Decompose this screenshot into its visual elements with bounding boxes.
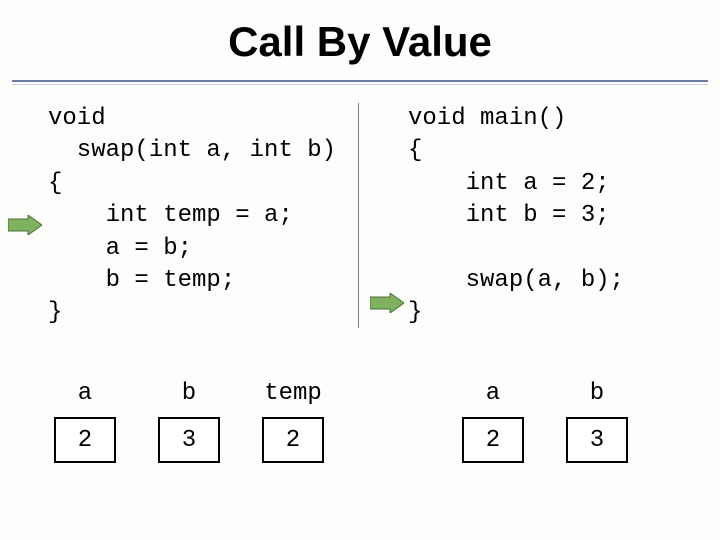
var-label: a bbox=[486, 380, 500, 407]
slide-title: Call By Value bbox=[0, 0, 720, 80]
var-value: 2 bbox=[262, 417, 324, 463]
var-box: a 2 bbox=[54, 380, 116, 463]
content-area: void swap(int a, int b) { int temp = a; … bbox=[0, 103, 720, 330]
var-value: 2 bbox=[54, 417, 116, 463]
var-value: 3 bbox=[158, 417, 220, 463]
main-code: void main() { int a = 2; int b = 3; swap… bbox=[360, 103, 720, 330]
var-label: a bbox=[78, 380, 92, 407]
var-label: temp bbox=[264, 380, 322, 407]
main-variables: a 2 b 3 bbox=[462, 380, 628, 463]
swap-variables: a 2 b 3 temp 2 bbox=[54, 380, 324, 463]
var-value: 2 bbox=[462, 417, 524, 463]
var-box: a 2 bbox=[462, 380, 524, 463]
right-column: void main() { int a = 2; int b = 3; swap… bbox=[360, 103, 720, 330]
var-box: temp 2 bbox=[262, 380, 324, 463]
var-label: b bbox=[182, 380, 196, 407]
left-column: void swap(int a, int b) { int temp = a; … bbox=[0, 103, 360, 330]
var-box: b 3 bbox=[566, 380, 628, 463]
var-label: b bbox=[590, 380, 604, 407]
swap-code: void swap(int a, int b) { int temp = a; … bbox=[0, 103, 360, 330]
var-box: b 3 bbox=[158, 380, 220, 463]
var-value: 3 bbox=[566, 417, 628, 463]
title-rule-shadow bbox=[12, 84, 708, 85]
title-rule bbox=[12, 80, 708, 82]
